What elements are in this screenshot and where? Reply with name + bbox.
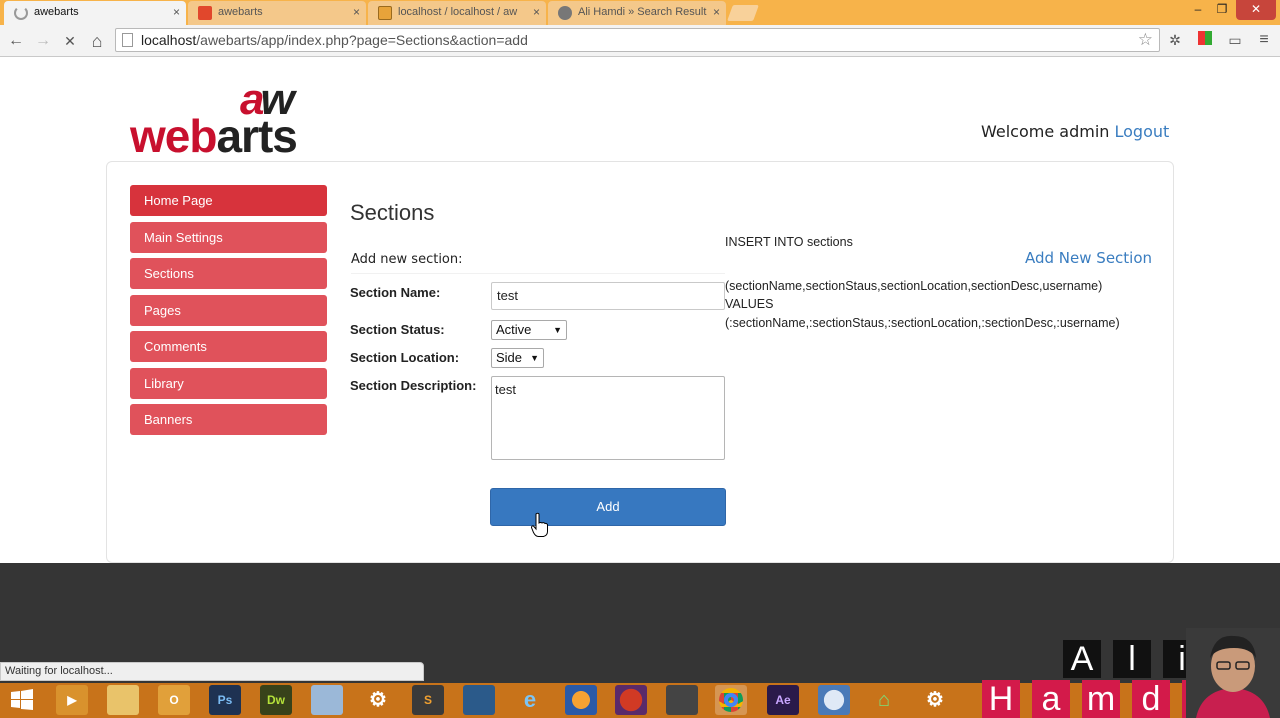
section-location-label: Section Location: xyxy=(350,350,460,365)
extension-grid-icon[interactable] xyxy=(1195,30,1215,50)
watermark-letter: a xyxy=(1032,680,1070,718)
loading-spinner-icon xyxy=(14,6,28,20)
section-description-label: Section Description: xyxy=(350,378,477,393)
internet-explorer-icon[interactable]: e xyxy=(514,685,546,715)
dropdown-caret-icon: ▼ xyxy=(553,325,562,335)
logout-link[interactable]: Logout xyxy=(1115,122,1170,141)
sidebar-item-pages[interactable]: Pages xyxy=(130,294,327,326)
firefox-dev-icon[interactable] xyxy=(615,685,647,715)
terminal-icon[interactable] xyxy=(666,685,698,715)
watermark-letter: A xyxy=(1063,640,1101,678)
form-subtitle: Add new section: xyxy=(351,252,725,274)
outlook-icon[interactable]: O xyxy=(158,685,190,715)
media-player-icon[interactable]: ▶ xyxy=(56,685,88,715)
file-explorer-icon[interactable] xyxy=(107,685,139,715)
tab-title: awebarts xyxy=(34,6,79,18)
forward-arrow-icon[interactable]: → xyxy=(32,30,54,52)
section-description-textarea[interactable]: test xyxy=(491,376,725,460)
sidebar-item-home-page[interactable]: Home Page xyxy=(130,185,327,216)
section-status-label: Section Status: xyxy=(350,322,445,337)
debug-sql-line: VALUES xyxy=(725,297,774,311)
tab-close-icon[interactable]: × xyxy=(353,1,360,24)
tab-close-icon[interactable]: × xyxy=(173,1,180,24)
hand-cursor-icon xyxy=(531,512,548,537)
chrome-icon[interactable] xyxy=(715,685,747,715)
menu-icon[interactable]: ≡ xyxy=(1254,30,1274,50)
sidebar-item-main-settings[interactable]: Main Settings xyxy=(130,221,327,253)
section-status-value: Active xyxy=(496,322,532,337)
welcome-message: Welcome admin Logout xyxy=(981,122,1169,141)
add-new-section-link[interactable]: Add New Section xyxy=(1025,249,1152,267)
debug-sql-line: (sectionName,sectionStaus,sectionLocatio… xyxy=(725,279,1103,293)
code-editor-icon[interactable] xyxy=(463,685,495,715)
add-button[interactable]: Add xyxy=(490,488,726,526)
settings-gear-icon[interactable]: ⚙ xyxy=(919,685,951,715)
browser-status-bubble: Waiting for localhost... xyxy=(0,662,424,681)
wordpress-icon xyxy=(558,6,572,20)
tab-title: Ali Hamdi » Search Result xyxy=(578,6,707,18)
screen: awebarts × awebarts × localhost / localh… xyxy=(0,0,1280,718)
presenter-avatar xyxy=(1186,628,1280,718)
page-icon xyxy=(122,33,133,47)
new-tab-button[interactable] xyxy=(727,5,759,21)
after-effects-icon[interactable]: Ae xyxy=(767,685,799,715)
section-location-select[interactable]: Side ▼ xyxy=(491,348,544,368)
watermark-letter: H xyxy=(982,680,1020,718)
dropdown-caret-icon: ▼ xyxy=(530,353,539,363)
page-icon xyxy=(198,6,212,20)
minimize-button[interactable]: – xyxy=(1186,0,1210,20)
tab-ali-hamdi[interactable]: Ali Hamdi » Search Result × xyxy=(548,1,726,25)
section-location-value: Side xyxy=(496,350,523,365)
phpmyadmin-icon xyxy=(378,6,392,20)
sublime-text-icon[interactable]: S xyxy=(412,685,444,715)
page-title: Sections xyxy=(350,200,435,225)
home-icon[interactable]: ⌂ xyxy=(868,685,900,715)
close-window-button[interactable]: ✕ xyxy=(1236,0,1276,20)
section-name-label: Section Name: xyxy=(350,285,441,300)
sidebar-menu: Home Page Main Settings Sections Pages C… xyxy=(130,185,327,441)
watermark-letter: m xyxy=(1082,680,1120,718)
watermark-letter: l xyxy=(1113,640,1151,678)
tab-close-icon[interactable]: × xyxy=(713,1,720,24)
debug-sql-line: INSERT INTO sections xyxy=(725,235,853,249)
extension-wrench-icon[interactable]: ✲ xyxy=(1165,30,1185,50)
browser-toolbar: ← → ✕ ⌂ localhost/awebarts/app/index.php… xyxy=(0,25,1280,57)
section-status-select[interactable]: Active ▼ xyxy=(491,320,567,340)
browser-tabstrip: awebarts × awebarts × localhost / localh… xyxy=(0,0,1280,25)
cast-icon[interactable]: ▭ xyxy=(1225,30,1245,50)
tab-phpmyadmin[interactable]: localhost / localhost / aw × xyxy=(368,1,546,25)
3d-box-icon[interactable] xyxy=(311,685,343,715)
windows-start-icon[interactable] xyxy=(6,685,38,715)
settings-gear-icon[interactable]: ⚙ xyxy=(362,685,394,715)
maximize-button[interactable]: ❐ xyxy=(1210,0,1234,20)
section-name-input[interactable]: test xyxy=(491,282,725,310)
stop-loading-icon[interactable]: ✕ xyxy=(59,30,81,52)
sidebar-item-sections[interactable]: Sections xyxy=(130,258,327,289)
tab-title: awebarts xyxy=(218,6,263,18)
bookmark-star-icon[interactable]: ☆ xyxy=(1138,29,1153,51)
sidebar-item-banners[interactable]: Banners xyxy=(130,404,327,435)
tab-close-icon[interactable]: × xyxy=(533,1,540,24)
tab-awebarts-active[interactable]: awebarts × xyxy=(4,1,186,25)
tab-awebarts[interactable]: awebarts × xyxy=(188,1,366,25)
sidebar-item-library[interactable]: Library xyxy=(130,367,327,399)
welcome-text: Welcome admin xyxy=(981,122,1115,141)
firefox-icon[interactable] xyxy=(565,685,597,715)
url-text: localhost/awebarts/app/index.php?page=Se… xyxy=(141,32,528,48)
home-icon[interactable]: ⌂ xyxy=(86,30,108,52)
watermark-letter: d xyxy=(1132,680,1170,718)
debug-sql-line: (:sectionName,:sectionStaus,:sectionLoca… xyxy=(725,316,1120,330)
sidebar-item-comments[interactable]: Comments xyxy=(130,331,327,362)
photoshop-icon[interactable]: Ps xyxy=(209,685,241,715)
awebarts-logo[interactable]: aw webarts xyxy=(130,75,330,162)
back-arrow-icon[interactable]: ← xyxy=(5,30,27,52)
safari-icon[interactable] xyxy=(818,685,850,715)
address-bar[interactable]: localhost/awebarts/app/index.php?page=Se… xyxy=(115,28,1160,52)
logo-wordmark: webarts xyxy=(130,110,298,162)
tab-title: localhost / localhost / aw xyxy=(398,6,518,18)
dreamweaver-icon[interactable]: Dw xyxy=(260,685,292,715)
